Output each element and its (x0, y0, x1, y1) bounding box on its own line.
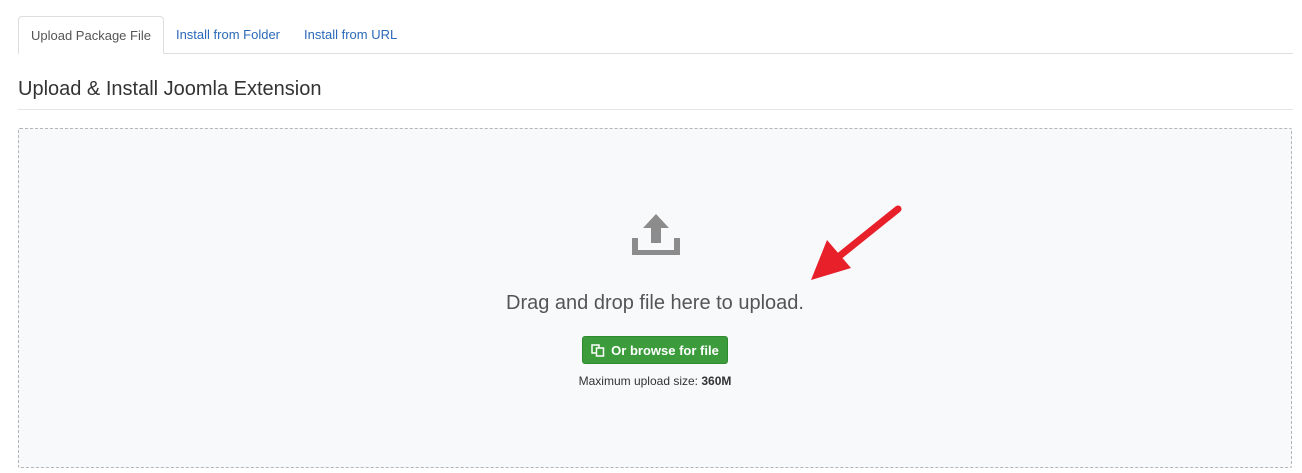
tab-install-from-url[interactable]: Install from URL (292, 16, 409, 53)
tab-upload-package-file[interactable]: Upload Package File (18, 16, 164, 54)
tab-bar: Upload Package File Install from Folder … (18, 15, 1293, 54)
max-size-label: Maximum upload size: (578, 374, 702, 388)
drop-instructions: Drag and drop file here to upload. (506, 292, 804, 314)
page-title: Upload & Install Joomla Extension (18, 78, 1293, 110)
browse-button-label: Or browse for file (611, 342, 719, 358)
browse-for-file-button[interactable]: Or browse for file (582, 336, 728, 364)
max-size-value: 360M (701, 374, 732, 388)
upload-icon (632, 214, 680, 255)
tab-install-from-folder[interactable]: Install from Folder (164, 16, 292, 53)
red-arrow-annotation (811, 205, 902, 280)
max-upload-size: Maximum upload size: 360M (19, 374, 1291, 388)
upload-dropzone[interactable]: Drag and drop file here to upload. Or br… (18, 128, 1292, 468)
copy-files-icon (591, 343, 605, 357)
